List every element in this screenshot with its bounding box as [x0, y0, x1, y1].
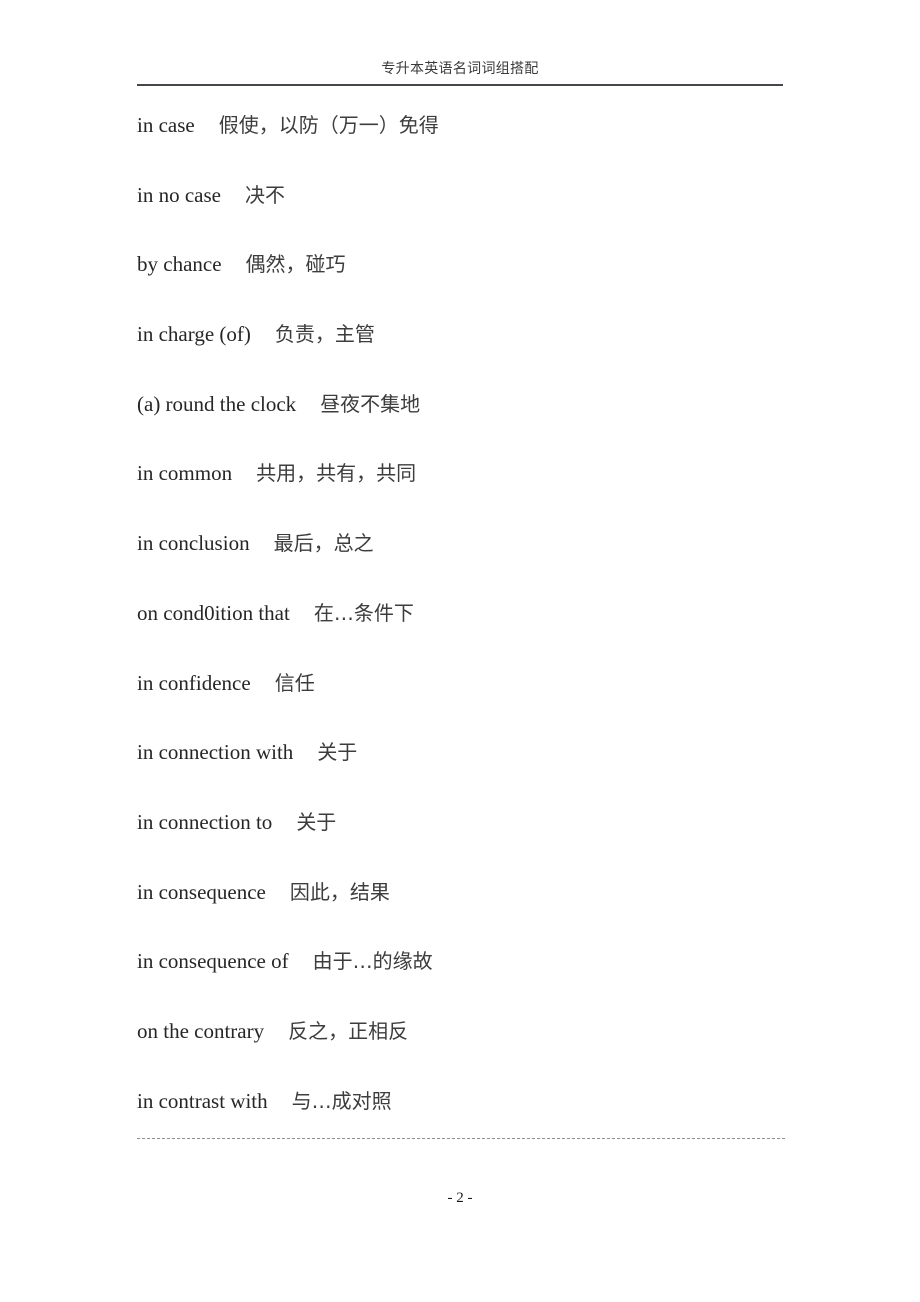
- entry-gloss: 因此，结果: [289, 879, 390, 904]
- entry-gloss: 与…成对照: [291, 1088, 392, 1113]
- entry-term: in contrast with: [137, 1088, 268, 1113]
- entry-term: in connection with: [137, 740, 294, 765]
- header-title: 专升本英语名词词组搭配: [381, 62, 539, 77]
- vocabulary-entry: in charge (of) 负责，主管: [137, 321, 837, 391]
- vocabulary-entry: on cond0ition that 在…条件下: [137, 600, 837, 670]
- vocabulary-entry: in connection with 关于: [137, 739, 837, 809]
- entry-term: in no case: [137, 182, 221, 207]
- vocabulary-entry: in contrast with 与…成对照: [137, 1088, 837, 1158]
- entry-gloss: 假使，以防（万一）免得: [218, 113, 439, 137]
- entry-term: in connection to: [137, 809, 273, 834]
- vocabulary-entry: in common 共用，共有，共同: [137, 460, 837, 530]
- entry-gloss: 最后，总之: [273, 531, 374, 556]
- entry-term: by chance: [137, 252, 222, 277]
- entry-term: on cond0ition that: [137, 600, 290, 625]
- vocabulary-entry: in case 假使，以防（万一）免得: [137, 112, 837, 182]
- entry-term: in consequence of: [137, 949, 289, 974]
- entry-gloss: 由于…的缘故: [312, 949, 433, 974]
- entry-gloss: 昼夜不集地: [320, 391, 421, 416]
- entry-gloss: 关于: [296, 809, 337, 834]
- entry-gloss: 偶然，碰巧: [245, 252, 346, 277]
- entry-gloss: 在…条件下: [313, 600, 414, 625]
- page-header: 专升本英语名词词组搭配: [137, 60, 783, 92]
- vocabulary-entry: by chance 偶然，碰巧: [137, 251, 837, 321]
- entry-gloss: 决不: [244, 182, 285, 207]
- entry-gloss: 信任: [274, 670, 315, 695]
- vocabulary-entry: in no case 决不: [137, 182, 837, 252]
- entry-term: in consequence: [137, 879, 266, 904]
- footer-dashed-rule: [137, 1138, 785, 1139]
- entry-gloss: 共用，共有，共同: [256, 461, 417, 486]
- entry-term: (a) round the clock: [137, 391, 297, 416]
- entry-term: in charge (of): [137, 322, 251, 347]
- vocabulary-entry: on the contrary 反之，正相反: [137, 1018, 837, 1088]
- vocabulary-entry: in conclusion 最后，总之: [137, 530, 837, 600]
- header-rule: [137, 84, 783, 86]
- vocabulary-entry: in confidence 信任: [137, 670, 837, 740]
- document-page: 专升本英语名词词组搭配 in case 假使，以防（万一）免得 in no case…: [0, 0, 920, 1302]
- entry-term: in conclusion: [137, 531, 250, 556]
- vocabulary-entry: in consequence 因此，结果: [137, 879, 837, 949]
- vocabulary-entry: (a) round the clock 昼夜不集地: [137, 391, 837, 461]
- vocabulary-entry: in connection to 关于: [137, 809, 837, 879]
- entry-term: in case: [137, 113, 195, 137]
- entry-term: in confidence: [137, 670, 251, 695]
- entry-gloss: 反之，正相反: [288, 1018, 409, 1043]
- page-number: - 2 -: [447, 1190, 473, 1206]
- vocabulary-entry: in consequence of 由于…的缘故: [137, 948, 837, 1018]
- entry-term: in common: [137, 461, 233, 486]
- entry-gloss: 关于: [317, 740, 358, 765]
- entry-term: on the contrary: [137, 1018, 265, 1043]
- entry-gloss: 负责，主管: [274, 322, 375, 347]
- vocabulary-entry-list: in case 假使，以防（万一）免得 in no case 决不 by chance 偶…: [137, 112, 837, 1157]
